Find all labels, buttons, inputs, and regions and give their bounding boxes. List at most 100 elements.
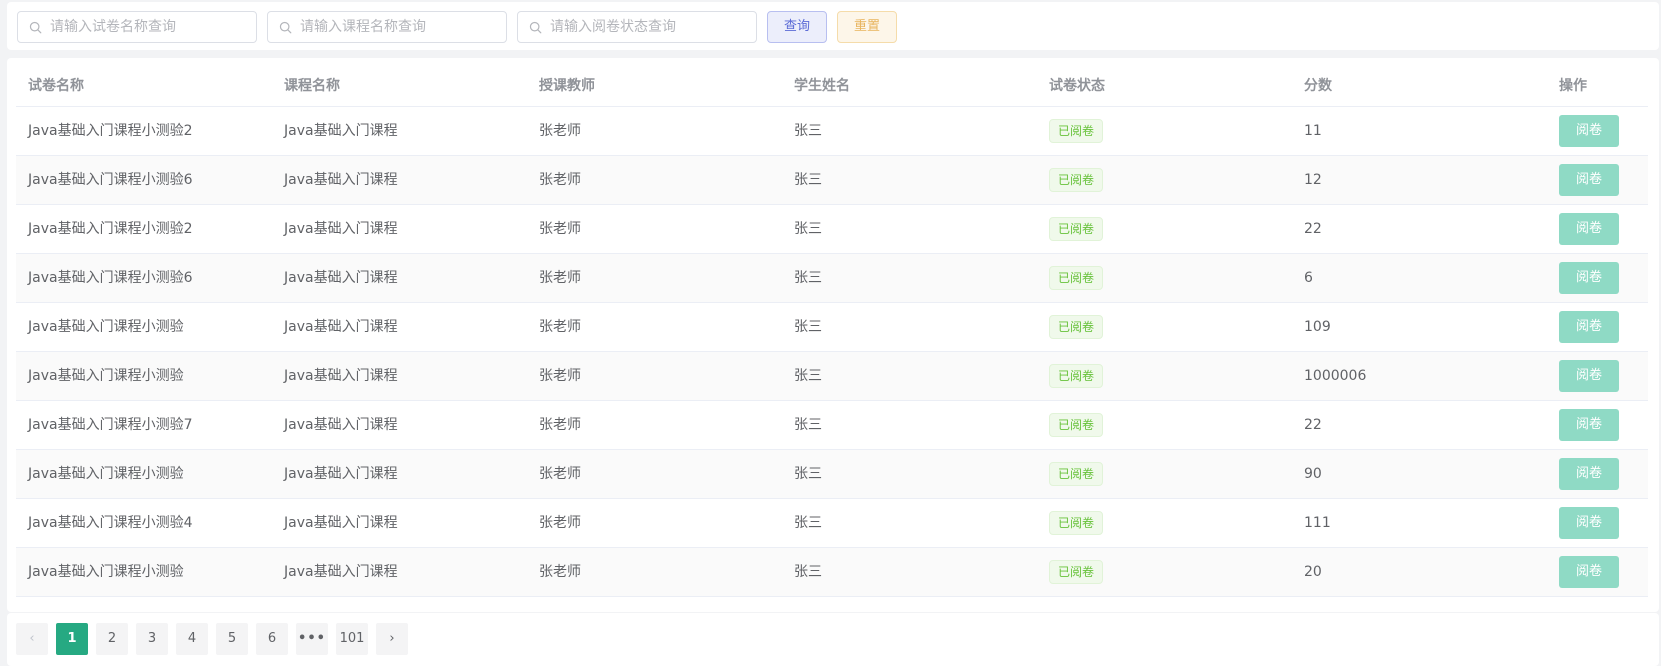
more-pages-icon[interactable]: ••• [296, 623, 328, 655]
cell-score: 111 [1292, 499, 1547, 548]
cell-score: 12 [1292, 156, 1547, 205]
cell-paper-status: 已阅卷 [1037, 499, 1292, 548]
search-icon [279, 21, 292, 34]
cell-teacher: 张老师 [527, 548, 782, 597]
cell-actions: 阅卷 [1547, 303, 1648, 352]
cell-actions: 阅卷 [1547, 254, 1648, 303]
cell-course-name: Java基础入门课程 [272, 303, 527, 352]
cell-student-name: 张三 [782, 303, 1037, 352]
header-teacher: 授课教师 [527, 58, 782, 107]
status-badge: 已阅卷 [1049, 511, 1104, 535]
cell-actions: 阅卷 [1547, 450, 1648, 499]
cell-paper-name: Java基础入门课程小测验6 [16, 156, 272, 205]
review-button[interactable]: 阅卷 [1559, 262, 1619, 294]
cell-paper-status: 已阅卷 [1037, 450, 1292, 499]
review-button[interactable]: 阅卷 [1559, 311, 1619, 343]
status-badge: 已阅卷 [1049, 315, 1104, 339]
status-badge: 已阅卷 [1049, 266, 1104, 290]
cell-student-name: 张三 [782, 352, 1037, 401]
cell-student-name: 张三 [782, 254, 1037, 303]
cell-paper-name: Java基础入门课程小测验6 [16, 254, 272, 303]
cell-paper-status: 已阅卷 [1037, 401, 1292, 450]
status-badge: 已阅卷 [1049, 364, 1104, 388]
course-name-search-field[interactable] [267, 11, 507, 43]
header-paper-name: 试卷名称 [16, 58, 272, 107]
course-name-search-input[interactable] [300, 12, 500, 42]
paper-name-search-input[interactable] [50, 12, 250, 42]
status-badge: 已阅卷 [1049, 217, 1104, 241]
header-course-name: 课程名称 [272, 58, 527, 107]
page-button[interactable]: 1 [56, 623, 88, 655]
pagination-panel: ‹ 1 2 3 4 5 6 ••• 101 › [7, 613, 1659, 666]
page-button[interactable]: 4 [176, 623, 208, 655]
cell-paper-status: 已阅卷 [1037, 303, 1292, 352]
header-actions: 操作 [1547, 58, 1648, 107]
cell-course-name: Java基础入门课程 [272, 352, 527, 401]
query-button[interactable]: 查询 [767, 11, 827, 43]
table-panel: 试卷名称 课程名称 授课教师 学生姓名 试卷状态 分数 操作 Java基础入门课… [7, 58, 1659, 612]
search-panel: 查询 重置 [7, 2, 1659, 50]
cell-course-name: Java基础入门课程 [272, 107, 527, 156]
exam-table: 试卷名称 课程名称 授课教师 学生姓名 试卷状态 分数 操作 Java基础入门课… [16, 58, 1648, 597]
cell-teacher: 张老师 [527, 352, 782, 401]
cell-actions: 阅卷 [1547, 401, 1648, 450]
status-badge: 已阅卷 [1049, 168, 1104, 192]
cell-student-name: 张三 [782, 548, 1037, 597]
status-badge: 已阅卷 [1049, 119, 1104, 143]
review-status-search-field[interactable] [517, 11, 757, 43]
chevron-right-icon[interactable]: › [376, 623, 408, 655]
cell-actions: 阅卷 [1547, 107, 1648, 156]
cell-course-name: Java基础入门课程 [272, 499, 527, 548]
cell-paper-name: Java基础入门课程小测验 [16, 352, 272, 401]
chevron-left-icon[interactable]: ‹ [16, 623, 48, 655]
review-button[interactable]: 阅卷 [1559, 556, 1619, 588]
cell-course-name: Java基础入门课程 [272, 205, 527, 254]
cell-paper-status: 已阅卷 [1037, 156, 1292, 205]
search-icon [29, 21, 42, 34]
review-button[interactable]: 阅卷 [1559, 409, 1619, 441]
last-page-button[interactable]: 101 [336, 623, 368, 655]
cell-teacher: 张老师 [527, 205, 782, 254]
review-button[interactable]: 阅卷 [1559, 213, 1619, 245]
cell-paper-status: 已阅卷 [1037, 254, 1292, 303]
review-button[interactable]: 阅卷 [1559, 458, 1619, 490]
cell-paper-name: Java基础入门课程小测验7 [16, 401, 272, 450]
cell-teacher: 张老师 [527, 107, 782, 156]
cell-course-name: Java基础入门课程 [272, 156, 527, 205]
review-button[interactable]: 阅卷 [1559, 115, 1619, 147]
cell-actions: 阅卷 [1547, 205, 1648, 254]
review-button[interactable]: 阅卷 [1559, 507, 1619, 539]
reset-button[interactable]: 重置 [837, 11, 897, 43]
cell-student-name: 张三 [782, 450, 1037, 499]
cell-score: 22 [1292, 401, 1547, 450]
page-button[interactable]: 5 [216, 623, 248, 655]
cell-paper-name: Java基础入门课程小测验 [16, 450, 272, 499]
cell-student-name: 张三 [782, 205, 1037, 254]
cell-actions: 阅卷 [1547, 156, 1648, 205]
page-button[interactable]: 6 [256, 623, 288, 655]
pagination: ‹ 1 2 3 4 5 6 ••• 101 › [16, 623, 416, 655]
review-status-search-input[interactable] [550, 12, 750, 42]
header-paper-status: 试卷状态 [1037, 58, 1292, 107]
search-icon [529, 21, 542, 34]
cell-paper-name: Java基础入门课程小测验4 [16, 499, 272, 548]
cell-course-name: Java基础入门课程 [272, 254, 527, 303]
cell-student-name: 张三 [782, 401, 1037, 450]
cell-paper-status: 已阅卷 [1037, 352, 1292, 401]
cell-score: 11 [1292, 107, 1547, 156]
review-button[interactable]: 阅卷 [1559, 360, 1619, 392]
status-badge: 已阅卷 [1049, 560, 1104, 584]
page-button[interactable]: 2 [96, 623, 128, 655]
cell-paper-name: Java基础入门课程小测验2 [16, 107, 272, 156]
cell-paper-name: Java基础入门课程小测验 [16, 548, 272, 597]
cell-student-name: 张三 [782, 499, 1037, 548]
cell-student-name: 张三 [782, 107, 1037, 156]
status-badge: 已阅卷 [1049, 462, 1104, 486]
page-button[interactable]: 3 [136, 623, 168, 655]
cell-paper-status: 已阅卷 [1037, 107, 1292, 156]
cell-paper-name: Java基础入门课程小测验2 [16, 205, 272, 254]
cell-teacher: 张老师 [527, 401, 782, 450]
review-button[interactable]: 阅卷 [1559, 164, 1619, 196]
paper-name-search-field[interactable] [17, 11, 257, 43]
cell-actions: 阅卷 [1547, 499, 1648, 548]
